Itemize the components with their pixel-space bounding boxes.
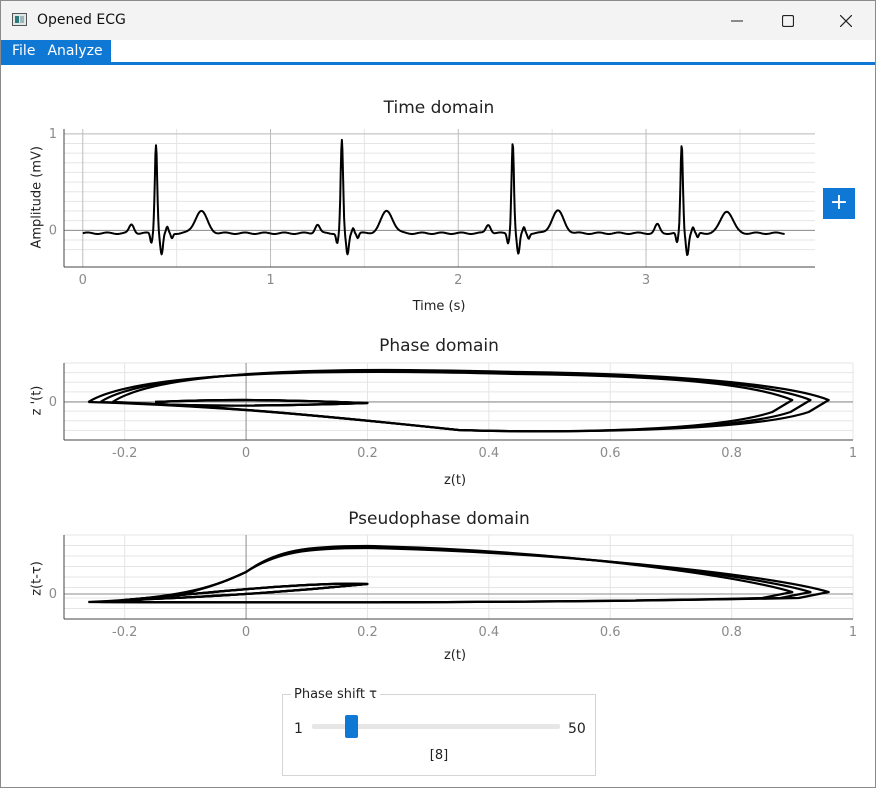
x-tick-label: 0.4 xyxy=(479,446,500,461)
window-title: Opened ECG xyxy=(37,12,126,28)
x-tick-label: 0.6 xyxy=(600,446,621,461)
x-tick-label: 1 xyxy=(849,625,857,640)
menu-strip: File Analyze xyxy=(1,40,111,62)
phase-shift-group xyxy=(282,694,596,776)
x-tick-label: 0.8 xyxy=(721,625,742,640)
app-icon xyxy=(12,13,27,26)
ecg-trace xyxy=(82,138,785,256)
pseudophase-domain-plot[interactable]: -0.2 0 0.2 0.4 0.6 0.8 1 0 xyxy=(1,531,876,643)
time-domain-plot[interactable]: 0 1 2 3 1 0 xyxy=(1,121,876,301)
pseudo-plot-xlabel: z(t) xyxy=(443,648,467,663)
slider-min-label: 1 xyxy=(294,721,303,737)
x-tick-label: 1 xyxy=(266,273,274,288)
phase-plot-xlabel: z(t) xyxy=(443,473,467,488)
y-tick-label: 0 xyxy=(49,395,57,410)
x-tick-label: 0 xyxy=(79,273,87,288)
slider-max-label: 50 xyxy=(568,721,586,737)
minimize-icon xyxy=(731,20,743,22)
maximize-icon xyxy=(782,15,794,27)
x-tick-label: 0 xyxy=(242,625,250,640)
phase-plot-title: Phase domain xyxy=(379,336,499,356)
title-bar[interactable]: Opened ECG xyxy=(1,1,875,40)
x-tick-label: 0.2 xyxy=(357,625,378,640)
x-tick-label: 0.4 xyxy=(479,625,500,640)
x-tick-label: 0 xyxy=(242,446,250,461)
x-tick-label: 0.8 xyxy=(721,446,742,461)
x-tick-label: 1 xyxy=(849,446,857,461)
x-tick-label: 0.6 xyxy=(600,625,621,640)
phase-shift-value: [8] xyxy=(429,748,449,763)
menu-file[interactable]: File xyxy=(1,40,41,62)
time-plot-xlabel: Time (s) xyxy=(412,299,466,314)
phase-shift-label: Phase shift τ xyxy=(291,687,380,702)
menu-bar: File Analyze xyxy=(1,40,875,65)
x-tick-label: -0.2 xyxy=(112,625,137,640)
app-window: Opened ECG File Analyze Time domain Ampl… xyxy=(0,0,876,788)
phase-shift-slider-thumb[interactable] xyxy=(345,715,358,738)
menu-analyze[interactable]: Analyze xyxy=(41,40,110,62)
maximize-button[interactable] xyxy=(765,1,811,40)
x-tick-label: 3 xyxy=(642,273,650,288)
y-tick-label: 1 xyxy=(49,127,57,142)
close-button[interactable] xyxy=(823,1,869,40)
y-tick-label: 0 xyxy=(49,587,57,602)
x-tick-label: 2 xyxy=(454,273,462,288)
minimize-button[interactable] xyxy=(714,1,760,40)
close-icon xyxy=(840,15,852,27)
x-tick-label: -0.2 xyxy=(112,446,137,461)
time-plot-title: Time domain xyxy=(383,98,495,118)
phase-domain-plot[interactable]: -0.2 0 0.2 0.4 0.6 0.8 1 0 xyxy=(1,359,876,469)
y-tick-label: 0 xyxy=(49,223,57,238)
add-button[interactable]: + xyxy=(823,188,855,219)
pseudo-plot-title: Pseudophase domain xyxy=(348,509,530,529)
x-tick-label: 0.2 xyxy=(357,446,378,461)
